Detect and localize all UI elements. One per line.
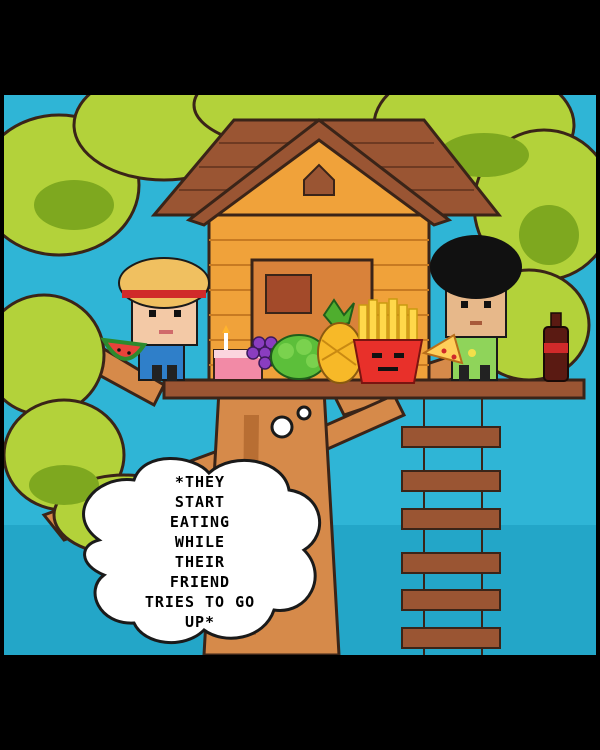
caption-line: UP* — [184, 613, 216, 631]
caption-line: THEiR — [174, 553, 226, 571]
treehouse-scene — [4, 95, 596, 655]
caption-line: TRiES TO GO — [144, 593, 256, 611]
caption-line: EATiNG — [169, 513, 231, 531]
thought-bubble-text: *THEY START EATiNG WHiLE THEiR FRiEND TR… — [115, 472, 285, 632]
comic-panel — [4, 95, 596, 655]
caption-line: *THEY — [174, 473, 226, 491]
house-window — [265, 274, 312, 314]
caption-line: START — [174, 493, 226, 511]
caption-line: WHiLE — [174, 533, 226, 551]
caption-line: FRiEND — [169, 573, 231, 591]
